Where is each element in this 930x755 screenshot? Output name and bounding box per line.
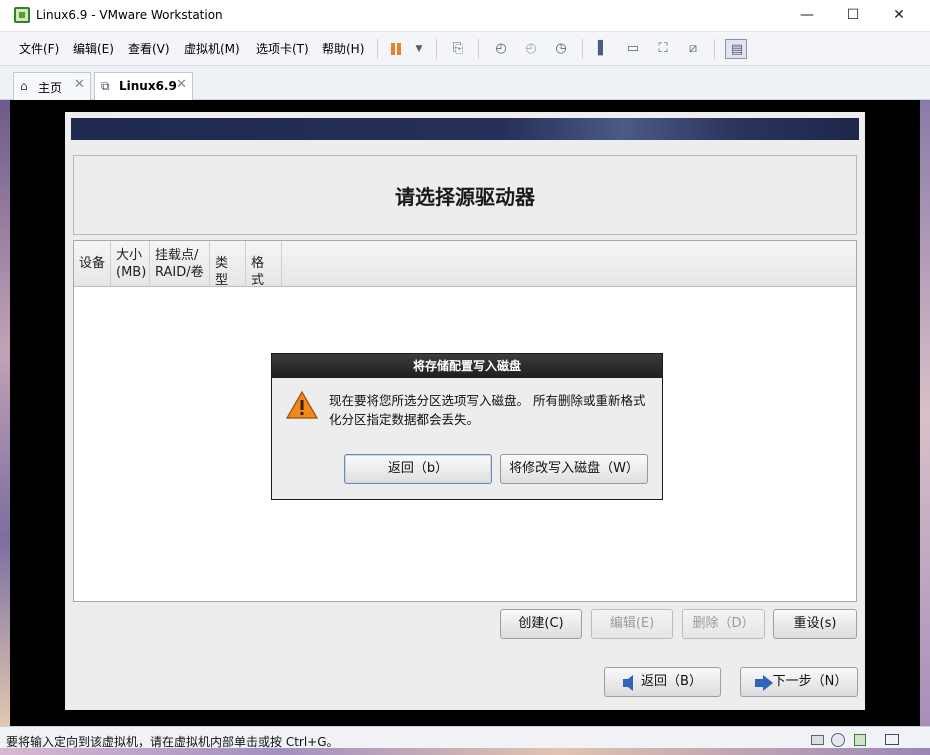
write-changes-button[interactable]: 将修改写入磁盘（W） [500,454,648,484]
warning-icon [286,390,318,419]
next-button[interactable]: 下一步（N） [740,667,858,697]
next-button-label: 下一步（N） [772,674,848,689]
window-titlebar: Linux6.9 - VMware Workstation — ☐ ✕ [0,0,930,32]
column-format[interactable]: 格式 [246,241,282,288]
menu-file[interactable]: 文件(F) [19,40,59,57]
toolbar-separator [377,39,378,59]
vm-icon: ⧉ [101,79,110,93]
toolbar-separator [714,39,715,59]
column-mountpoint[interactable]: 挂载点/ RAID/卷 [150,241,210,287]
table-header: 设备 大小 (MB) 挂载点/ RAID/卷 类型 格式 [74,241,856,288]
revert-snapshot-icon[interactable]: ◴ [520,39,542,59]
menu-tabs[interactable]: 选项卡(T) [256,40,309,57]
network-icon[interactable] [852,732,868,748]
tab-bar: ⌂ 主页 ✕ ⧉ Linux6.9 ✕ [0,66,930,101]
send-keys-icon[interactable]: ⎘ [447,39,469,59]
page-title: 请选择源驱动器 [395,185,535,209]
toolbar-separator [478,39,479,59]
write-to-disk-dialog: 将存储配置写入磁盘 现在要将您所选分区选项写入磁盘。 所有删除或重新格式化分区指… [271,353,663,500]
menu-toolbar: 文件(F) 编辑(E) 查看(V) 虚拟机(M) 选项卡(T) 帮助(H) ▼ … [0,32,930,66]
tab-home[interactable]: ⌂ 主页 ✕ [13,72,91,100]
unity-icon[interactable]: ⧄ [682,39,704,59]
create-button[interactable]: 创建(C) [500,609,582,639]
vmware-app-icon [14,7,30,23]
menu-vm[interactable]: 虚拟机(M) [184,40,240,57]
tab-linux69-label: Linux6.9 [119,79,177,93]
maximize-button[interactable]: ☐ [830,0,876,31]
home-icon: ⌂ [20,79,28,93]
menu-view[interactable]: 查看(V) [128,40,170,57]
dialog-message: 现在要将您所选分区选项写入磁盘。 所有删除或重新格式化分区指定数据都会丢失。 [329,393,646,427]
cdrom-icon[interactable] [830,732,846,748]
close-window-button[interactable]: ✕ [876,0,922,31]
back-button[interactable]: 返回（B） [604,667,721,697]
arrow-right-icon [755,675,773,691]
edit-button[interactable]: 编辑(E) [591,609,673,639]
window-title: Linux6.9 - VMware Workstation [36,8,223,22]
tab-linux69[interactable]: ⧉ Linux6.9 ✕ [94,72,193,101]
installer-header: 请选择源驱动器 [73,155,857,235]
snapshot-manager-icon[interactable]: ◷ [550,39,572,59]
reset-button[interactable]: 重设(s) [773,609,857,639]
dropdown-icon[interactable]: ▼ [408,39,430,59]
tab-home-close-icon[interactable]: ✕ [74,77,85,92]
back-button-label: 返回（B） [641,674,702,689]
toolbar-separator [582,39,583,59]
desktop-wallpaper-bottom [0,748,930,755]
dialog-back-button[interactable]: 返回（b） [344,454,492,484]
pause-icon[interactable] [386,39,408,59]
fullscreen-icon[interactable]: ⛶ [652,39,674,59]
desktop-wallpaper-left [0,100,10,726]
thumbnail-icon[interactable]: ▭ [622,39,644,59]
desktop-wallpaper-right [920,100,930,726]
column-size[interactable]: 大小 (MB) [111,241,150,287]
display-icon[interactable] [884,732,900,748]
toolbar-separator [436,39,437,59]
harddisk-icon[interactable] [810,732,826,748]
column-device[interactable]: 设备 [74,241,111,287]
installer-banner [71,118,859,140]
minimize-button[interactable]: — [784,0,830,31]
arrow-left-icon [623,675,633,691]
tab-linux69-close-icon[interactable]: ✕ [176,77,187,92]
delete-button[interactable]: 删除（D） [682,609,765,639]
menu-help[interactable]: 帮助(H) [322,40,364,57]
menu-edit[interactable]: 编辑(E) [73,40,114,57]
dialog-title: 将存储配置写入磁盘 [272,354,662,378]
column-type[interactable]: 类型 [210,241,246,288]
console-view-icon[interactable]: ▤ [725,39,747,59]
tab-home-label: 主页 [38,81,63,95]
snapshot-icon[interactable]: ◴ [490,39,512,59]
sidebar-icon[interactable]: ▌ [592,39,614,59]
